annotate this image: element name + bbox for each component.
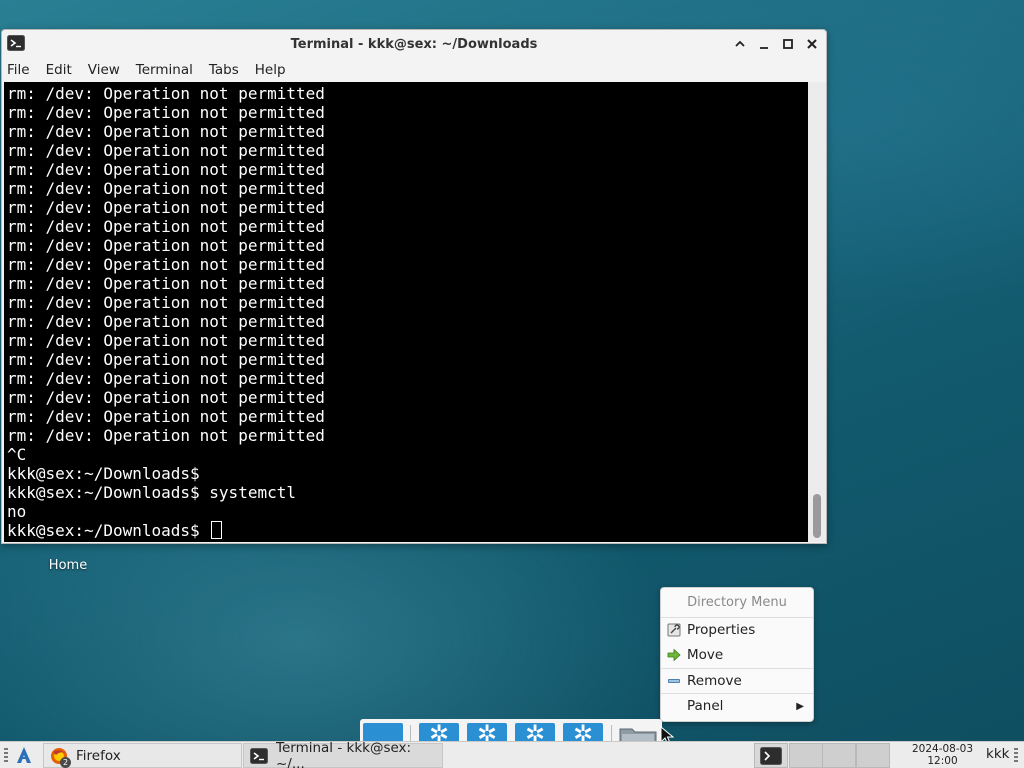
chevron-up-icon bbox=[735, 40, 745, 47]
scrollbar-thumb[interactable] bbox=[813, 494, 821, 538]
taskbar-firefox-label: Firefox bbox=[76, 747, 121, 764]
terminal-line: rm: /dev: Operation not permitted bbox=[7, 103, 325, 122]
directory-context-menu: Directory Menu Properties Move Remove Pa… bbox=[660, 587, 814, 722]
terminal-line: rm: /dev: Operation not permitted bbox=[7, 179, 325, 198]
terminal-prompt: kkk@sex:~/Downloads$ bbox=[7, 521, 210, 540]
window-titlebar[interactable]: Terminal - kkk@sex: ~/Downloads bbox=[2, 30, 826, 58]
move-arrow-icon bbox=[667, 648, 681, 662]
properties-icon bbox=[667, 623, 681, 637]
menu-item-properties[interactable]: Properties bbox=[661, 618, 813, 643]
menu-tabs[interactable]: Tabs bbox=[209, 62, 239, 78]
terminal-line: rm: /dev: Operation not permitted bbox=[7, 274, 325, 293]
close-icon bbox=[807, 39, 817, 49]
terminal-icon bbox=[7, 35, 25, 51]
workspace-2[interactable] bbox=[789, 743, 823, 768]
terminal-line: rm: /dev: Operation not permitted bbox=[7, 388, 325, 407]
terminal-scrollbar[interactable] bbox=[808, 82, 826, 542]
panel-clock[interactable]: 2024-08-03 12:00 bbox=[905, 743, 980, 767]
launcher-button-4[interactable]: ✲ bbox=[515, 723, 555, 743]
window-count-badge: 2 bbox=[60, 756, 71, 768]
menu-item-label: Move bbox=[687, 647, 724, 663]
workspace-1[interactable] bbox=[754, 743, 788, 768]
terminal-line: rm: /dev: Operation not permitted bbox=[7, 407, 325, 426]
menu-help[interactable]: Help bbox=[255, 62, 286, 78]
terminal-line: rm: /dev: Operation not permitted bbox=[7, 122, 325, 141]
terminal-line: rm: /dev: Operation not permitted bbox=[7, 293, 325, 312]
menu-item-label: Properties bbox=[687, 622, 756, 638]
panel-grip[interactable] bbox=[1014, 748, 1018, 763]
desktop-home-label: Home bbox=[48, 558, 88, 573]
terminal-line: rm: /dev: Operation not permitted bbox=[7, 84, 325, 103]
menu-terminal[interactable]: Terminal bbox=[136, 62, 193, 78]
minimize-button[interactable] bbox=[756, 36, 772, 52]
terminal-line: kkk@sex:~/Downloads$ bbox=[7, 464, 200, 483]
menu-item-label: Panel bbox=[687, 698, 724, 714]
terminal-line: rm: /dev: Operation not permitted bbox=[7, 331, 325, 350]
terminal-line: rm: /dev: Operation not permitted bbox=[7, 369, 325, 388]
remove-icon bbox=[668, 679, 680, 683]
menu-item-panel[interactable]: Panel ▶ bbox=[661, 693, 813, 718]
submenu-arrow-icon: ▶ bbox=[796, 701, 804, 712]
bottom-panel: 2 Firefox Terminal - kkk@sex: ~/... 2024… bbox=[0, 739, 1024, 768]
close-button[interactable] bbox=[804, 36, 820, 52]
clock-date: 2024-08-03 bbox=[911, 743, 974, 755]
clock-time: 12:00 bbox=[927, 754, 958, 767]
taskbar-terminal-label: Terminal - kkk@sex: ~/... bbox=[276, 739, 412, 768]
gear-icon: ✲ bbox=[572, 723, 594, 743]
terminal-line: rm: /dev: Operation not permitted bbox=[7, 198, 325, 217]
terminal-line: rm: /dev: Operation not permitted bbox=[7, 160, 325, 179]
context-menu-header: Directory Menu bbox=[661, 588, 813, 618]
gear-icon: ✲ bbox=[524, 723, 546, 743]
launcher-button-5[interactable]: ✲ bbox=[563, 723, 603, 743]
terminal-line: rm: /dev: Operation not permitted bbox=[7, 217, 325, 236]
terminal-line: rm: /dev: Operation not permitted bbox=[7, 426, 325, 445]
menu-view[interactable]: View bbox=[88, 62, 120, 78]
desktop-home-icon[interactable]: Home bbox=[30, 558, 106, 573]
menubar: File Edit View Terminal Tabs Help bbox=[2, 58, 826, 82]
menu-item-remove[interactable]: Remove bbox=[661, 668, 813, 693]
workspace-4[interactable] bbox=[856, 743, 890, 768]
taskbar-firefox[interactable]: 2 Firefox bbox=[43, 743, 242, 768]
gear-icon: ✲ bbox=[476, 723, 498, 743]
app-menu-icon[interactable] bbox=[14, 745, 34, 765]
firefox-icon: 2 bbox=[50, 747, 71, 768]
terminal-output[interactable]: rm: /dev: Operation not permitted rm: /de… bbox=[4, 82, 808, 542]
terminal-window: Terminal - kkk@sex: ~/Downloads File Edi… bbox=[1, 29, 827, 544]
terminal-line: rm: /dev: Operation not permitted bbox=[7, 350, 325, 369]
terminal-lines: rm: /dev: Operation not permitted rm: /de… bbox=[7, 84, 325, 540]
terminal-line: rm: /dev: Operation not permitted bbox=[7, 141, 325, 160]
window-title: Terminal - kkk@sex: ~/Downloads bbox=[290, 36, 538, 52]
panel-grip[interactable] bbox=[4, 748, 8, 763]
terminal-line: no bbox=[7, 502, 27, 521]
menu-edit[interactable]: Edit bbox=[46, 62, 72, 78]
workspace-3[interactable] bbox=[822, 743, 856, 768]
terminal-icon bbox=[760, 747, 782, 765]
terminal-line: kkk@sex:~/Downloads$ systemctl bbox=[7, 483, 296, 502]
terminal-line: rm: /dev: Operation not permitted bbox=[7, 255, 325, 274]
terminal-line: rm: /dev: Operation not permitted bbox=[7, 312, 325, 331]
menu-item-label: Remove bbox=[687, 673, 742, 689]
menu-file[interactable]: File bbox=[7, 62, 30, 78]
terminal-line: ^C bbox=[7, 445, 27, 464]
maximize-button[interactable] bbox=[780, 36, 796, 52]
user-name[interactable]: kkk bbox=[986, 746, 1009, 762]
shade-button[interactable] bbox=[732, 36, 748, 52]
minimize-icon bbox=[760, 47, 768, 49]
terminal-line: rm: /dev: Operation not permitted bbox=[7, 236, 325, 255]
terminal-cursor bbox=[211, 521, 223, 539]
launcher-button-3[interactable]: ✲ bbox=[467, 723, 507, 743]
maximize-icon bbox=[783, 39, 793, 49]
menu-item-move[interactable]: Move bbox=[661, 643, 813, 668]
taskbar-terminal[interactable]: Terminal - kkk@sex: ~/... bbox=[243, 739, 443, 768]
terminal-prompt-line: kkk@sex:~/Downloads$ bbox=[7, 521, 325, 540]
terminal-icon bbox=[250, 747, 268, 764]
